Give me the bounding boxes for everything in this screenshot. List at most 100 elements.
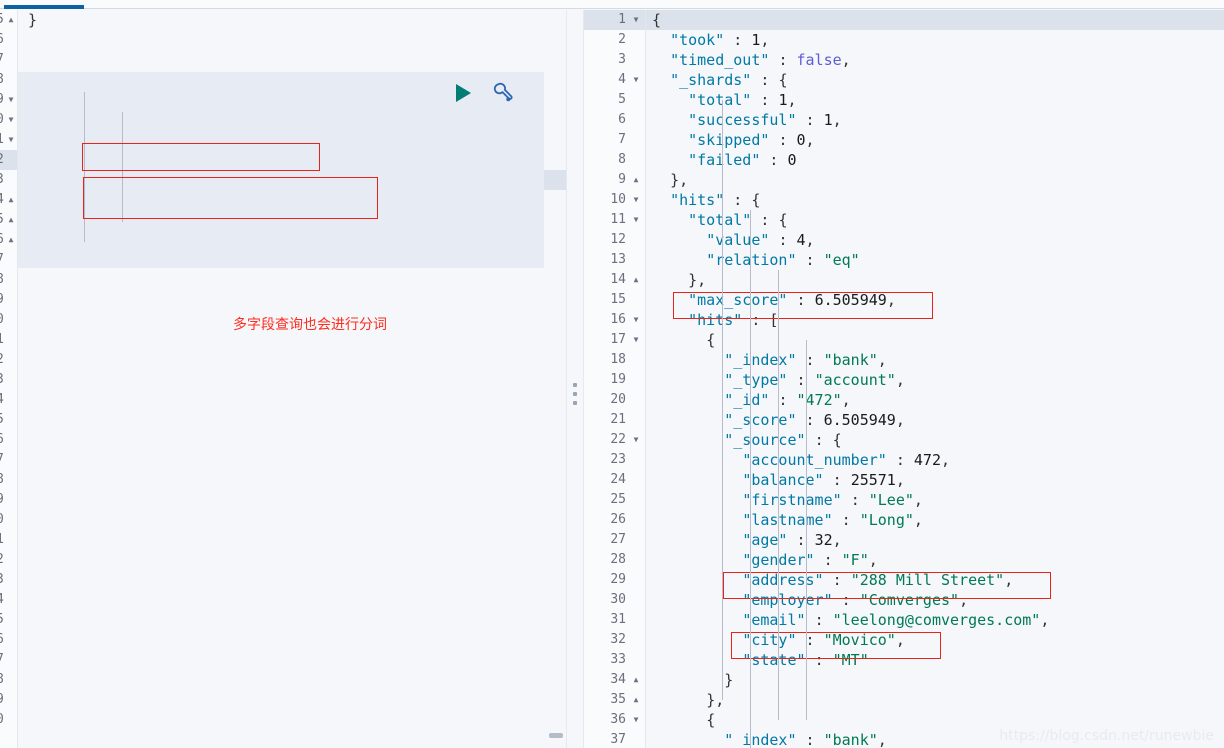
gutter-line[interactable]: 22 ▼ [584,430,645,450]
gutter-line[interactable]: 1▼ [584,10,645,30]
gutter-line[interactable]: 8 [0,70,17,90]
code-line[interactable]: "gender" : "F", [646,550,1224,570]
gutter-line[interactable]: 0 [0,710,17,730]
gutter-line[interactable]: 13 [584,250,645,270]
gutter-line[interactable]: 2 [584,30,645,50]
gutter-line[interactable]: 7 [0,50,17,70]
gutter-line[interactable]: 19 [584,370,645,390]
gutter-line[interactable]: 36 ▼ [584,710,645,730]
play-icon[interactable] [456,84,471,102]
gutter-line[interactable]: 5 [0,610,17,630]
gutter-line[interactable]: 7 [584,130,645,150]
code-line[interactable]: "value" : 4, [646,230,1224,250]
gutter-line[interactable]: 5▲ [0,10,17,30]
gutter-line[interactable]: 7 [0,450,17,470]
fold-toggle-icon[interactable]: ▼ [630,190,642,210]
code-line[interactable]: { [646,10,1224,30]
fold-toggle-icon[interactable]: ▲ [5,210,17,230]
gutter-line[interactable]: 25 [584,490,645,510]
fold-toggle-icon[interactable]: ▼ [5,90,17,110]
code-line[interactable]: "balance" : 25571, [646,470,1224,490]
code-line[interactable]: } [18,10,566,30]
gutter-line[interactable]: 26 [584,510,645,530]
gutter-line[interactable]: 8 [0,470,17,490]
fold-toggle-icon[interactable]: ▲ [630,170,642,190]
gutter-line[interactable]: 9 ▲ [584,170,645,190]
gutter-line[interactable]: 27 [584,530,645,550]
code-line[interactable]: "_type" : "account", [646,370,1224,390]
code-line[interactable]: "city" : "Movico", [646,630,1224,650]
code-line[interactable]: "age" : 32, [646,530,1224,550]
gutter-line[interactable]: 7 [0,650,17,670]
gutter-line[interactable]: 9 [0,490,17,510]
gutter-line[interactable]: 21 [584,410,645,430]
code-line[interactable]: "employer" : "Comverges", [646,590,1224,610]
gutter-line[interactable]: 10 ▼ [584,190,645,210]
code-line[interactable]: "failed" : 0 [646,150,1224,170]
code-line[interactable]: "_shards" : { [646,70,1224,90]
gutter-line[interactable]: 6 [584,110,645,130]
gutter-line[interactable]: 9 [0,690,17,710]
horizontal-scrollbar[interactable] [549,733,563,738]
wrench-icon[interactable] [490,81,514,105]
gutter-line[interactable]: 3 [0,170,17,190]
code-line[interactable]: "total" : { [646,210,1224,230]
code-line[interactable]: "account_number" : 472, [646,450,1224,470]
fold-toggle-icon[interactable]: ▲ [5,230,17,250]
gutter-line[interactable]: 23 [584,450,645,470]
gutter-line[interactable]: 5 [0,410,17,430]
response-code-area[interactable]: { "took" : 1, "timed_out" : false, "_sha… [646,10,1224,748]
gutter-line[interactable]: 8 [0,670,17,690]
code-line[interactable]: "state" : "MT" [646,650,1224,670]
gutter-line[interactable]: 24 [584,470,645,490]
code-line[interactable]: } [646,670,1224,690]
gutter-line[interactable]: 8 [584,150,645,170]
request-block[interactable] [18,72,544,268]
pane-splitter[interactable] [566,10,584,748]
gutter-line[interactable]: 4 [0,390,17,410]
gutter-line[interactable]: 3 [0,570,17,590]
gutter-line[interactable]: 16 ▼ [584,310,645,330]
gutter-line[interactable]: 3 [584,50,645,70]
fold-toggle-icon[interactable]: ▼ [5,110,17,130]
tab-active-indicator[interactable] [4,5,84,9]
fold-toggle-icon[interactable]: ▼ [630,310,642,330]
code-line[interactable]: "skipped" : 0, [646,130,1224,150]
code-line[interactable]: { [646,710,1224,730]
gutter-line[interactable]: 6 [0,30,17,50]
fold-toggle-icon[interactable]: ▼ [630,710,642,730]
code-line[interactable]: }, [646,270,1224,290]
gutter-line[interactable]: 4▲ [0,190,17,210]
code-line[interactable]: "timed_out" : false, [646,50,1224,70]
code-line[interactable]: }, [646,170,1224,190]
gutter-line[interactable]: 33 [584,650,645,670]
gutter-line[interactable]: 34 ▲ [584,670,645,690]
code-line[interactable]: "_id" : "472", [646,390,1224,410]
gutter-line[interactable]: 37 [584,730,645,748]
code-line[interactable]: }, [646,690,1224,710]
code-line[interactable]: { [646,330,1224,350]
fold-toggle-icon[interactable]: ▲ [5,190,17,210]
response-gutter[interactable]: 1 ▼ 2 3 4 ▼ 5 6 7 8 9 ▲ 10 ▼ 11 ▼ 12 13 14 ▲ 15 16 ▼ 17 ▼ 18 19 20 2… [584,10,646,748]
fold-toggle-icon[interactable]: ▼ [630,70,642,90]
fold-toggle-icon[interactable]: ▲ [630,270,642,290]
gutter-line[interactable]: 30 [584,590,645,610]
gutter-line[interactable]: 4 [0,590,17,610]
code-line[interactable]: "_score" : 6.505949, [646,410,1224,430]
code-line[interactable]: "_source" : { [646,430,1224,450]
code-line[interactable]: "address" : "288 Mill Street", [646,570,1224,590]
gutter-line[interactable]: 12 [584,230,645,250]
gutter-line[interactable]: 20 [584,390,645,410]
code-line[interactable]: "relation" : "eq" [646,250,1224,270]
gutter-line[interactable]: 32 [584,630,645,650]
gutter-line[interactable]: 15 [584,290,645,310]
code-line[interactable]: "total" : 1, [646,90,1224,110]
code-line[interactable]: "firstname" : "Lee", [646,490,1224,510]
gutter-line[interactable]: 8 [0,270,17,290]
code-line[interactable]: "email" : "leelong@comverges.com", [646,610,1224,630]
code-line[interactable]: "successful" : 1, [646,110,1224,130]
gutter-line[interactable]: 9 [0,290,17,310]
fold-toggle-icon[interactable]: ▼ [630,10,642,30]
fold-toggle-icon[interactable]: ▲ [630,670,642,690]
gutter-line[interactable]: 6▲ [0,230,17,250]
